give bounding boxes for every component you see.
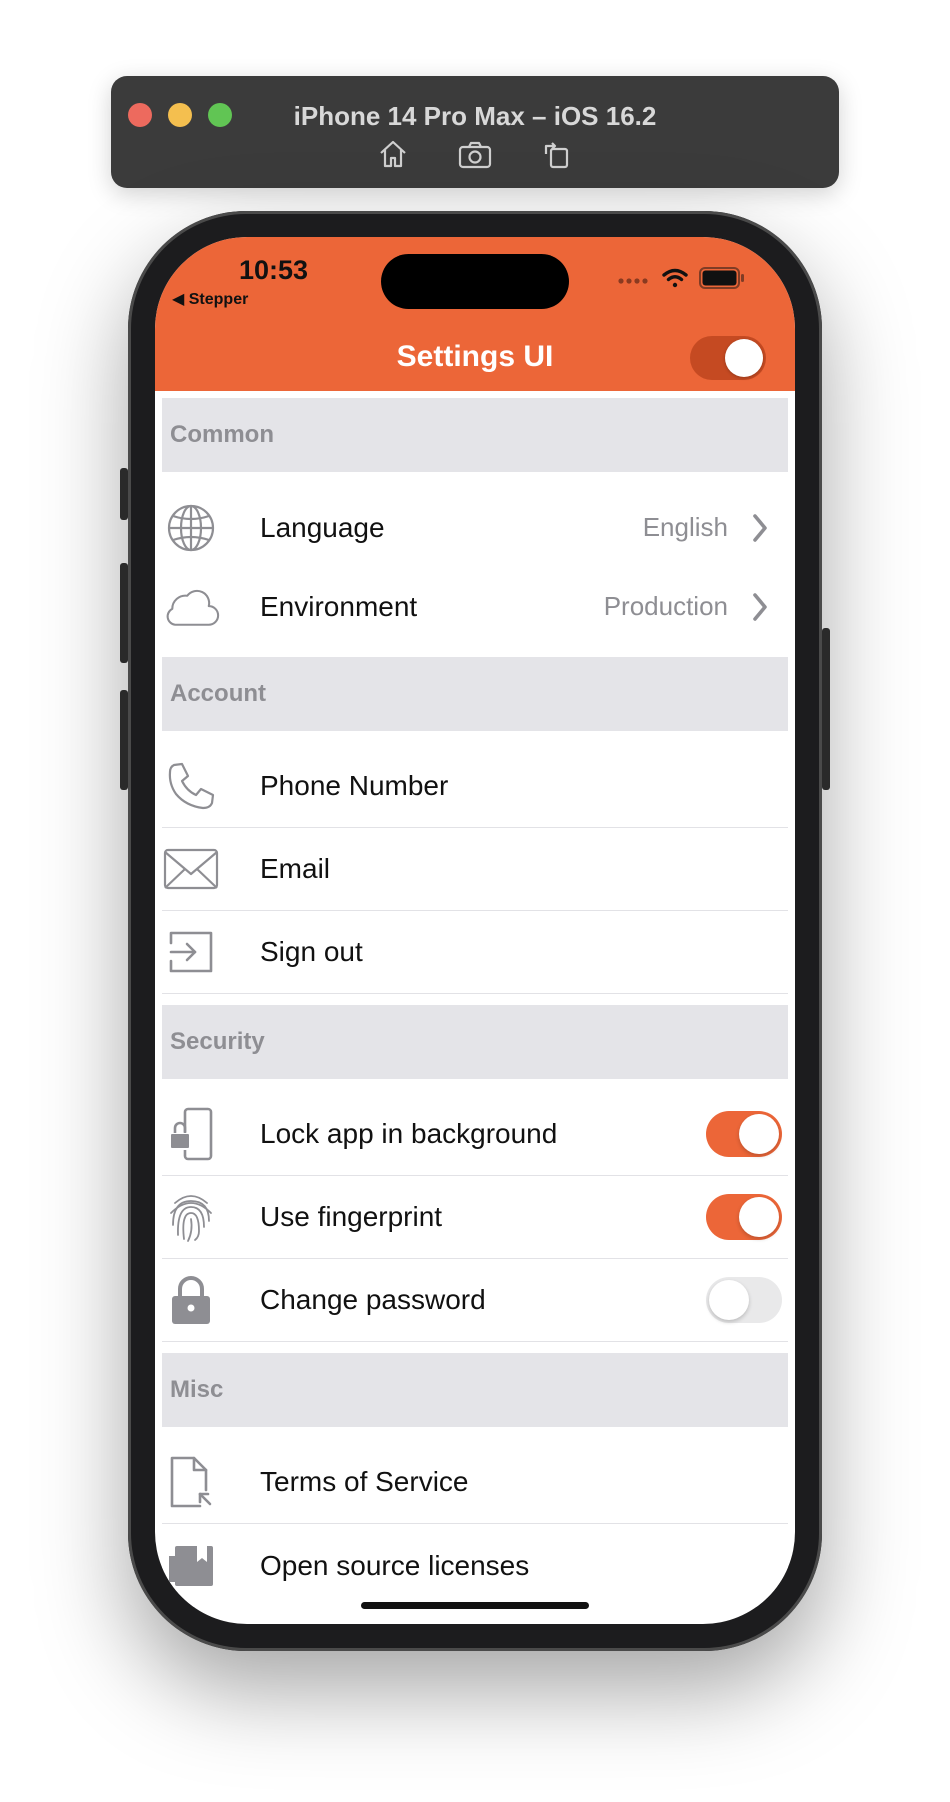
sign-out-icon [162,923,220,981]
chevron-right-icon [753,592,767,621]
header-toggle[interactable] [690,336,766,380]
nav-header: 10:53 ◀ Stepper Settings UI [155,237,795,391]
cloud-icon [162,578,220,636]
volume-up-button [120,563,128,663]
signal-icon [617,272,651,290]
action-button [120,468,128,520]
phone-icon [162,757,220,815]
globe-icon [162,499,220,557]
home-indicator[interactable] [361,1602,589,1609]
fingerprint-icon [162,1188,220,1246]
section-header-common: Common [162,398,788,472]
lock-app-switch[interactable] [706,1111,782,1157]
change-password-row: Change password [162,1259,788,1342]
lock-app-row: Lock app in background [162,1093,788,1176]
terms-row[interactable]: Terms of Service [162,1441,788,1524]
licenses-label: Open source licenses [260,1549,530,1581]
phone-lock-icon [162,1105,220,1163]
sign-out-row[interactable]: Sign out [162,911,788,994]
power-button [822,628,830,790]
settings-list: Common Language English Environment Prod… [162,398,788,1607]
fingerprint-switch[interactable] [706,1194,782,1240]
change-password-switch[interactable] [706,1277,782,1323]
volume-down-button [120,690,128,790]
section-header-misc: Misc [162,1353,788,1427]
screenshot-icon[interactable] [457,136,493,172]
sign-out-label: Sign out [260,936,363,967]
section-header-security: Security [162,1005,788,1079]
envelope-icon [162,840,220,898]
change-password-label: Change password [260,1284,486,1315]
email-label: Email [260,853,331,884]
environment-value: Production [603,591,728,621]
simulator-title: iPhone 14 Pro Max – iOS 16.2 [293,101,657,131]
language-value: English [642,512,728,542]
email-row[interactable]: Email [162,828,788,911]
battery-icon [699,267,745,294]
terms-label: Terms of Service [260,1466,469,1497]
switch-knob [709,1280,749,1320]
language-label: Language [260,511,385,543]
document-icon [162,1453,220,1511]
licenses-row[interactable]: Open source licenses [162,1524,788,1607]
rotate-icon[interactable] [539,136,575,172]
switch-knob [739,1114,779,1154]
fingerprint-label: Use fingerprint [260,1201,443,1232]
phone-number-row[interactable]: Phone Number [162,745,788,828]
section-header-account: Account [162,657,788,731]
back-to-app-link[interactable]: ◀ Stepper [172,289,248,309]
environment-label: Environment [260,590,418,622]
toggle-knob [725,339,763,377]
phone-screen: 10:53 ◀ Stepper Settings UI Common Langu… [155,237,795,1624]
language-row[interactable]: Language English [162,486,788,569]
padlock-icon [162,1271,220,1329]
phone-number-label: Phone Number [260,770,449,801]
book-icon [162,1537,220,1595]
status-icons [617,267,745,294]
wifi-icon [661,267,689,294]
switch-knob [739,1197,779,1237]
simulator-toolbar: iPhone 14 Pro Max – iOS 16.2 [111,76,839,188]
status-time: 10:53 [239,255,309,285]
fingerprint-row: Use fingerprint [162,1176,788,1259]
dynamic-island [381,254,569,309]
chevron-right-icon [753,513,767,542]
lock-app-label: Lock app in background [260,1118,558,1149]
environment-row[interactable]: Environment Production [162,569,788,644]
home-icon[interactable] [375,136,411,172]
